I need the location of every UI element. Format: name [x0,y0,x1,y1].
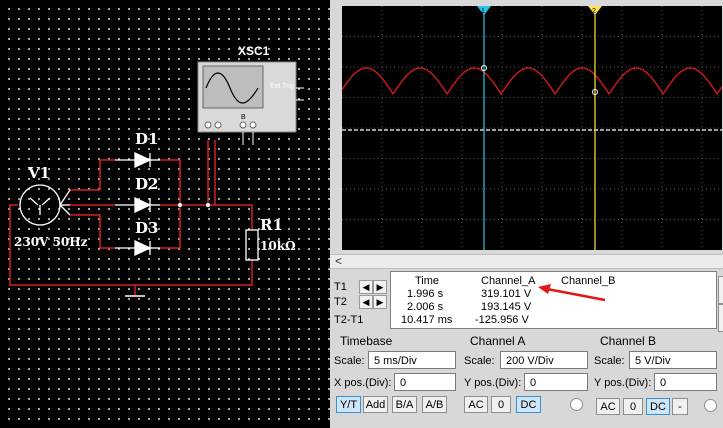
t2-right-arrow-icon[interactable]: ▶ [373,295,387,309]
readout-row-label-t2-t1: T2-T1 [334,314,364,326]
timebase-scale-field[interactable]: 5 ms/Div [368,351,456,369]
readout-header-time: Time [415,275,440,287]
channel-a-trace [342,67,722,96]
t1-left-arrow-icon[interactable]: ◀ [359,280,373,294]
svg-text:1: 1 [481,8,485,15]
svg-text:2: 2 [592,8,596,15]
resistor-label: R1 [260,216,283,234]
channel-b-ac-button[interactable]: AC [596,398,620,415]
channel-a-title: Channel A [470,334,526,348]
b-over-a-button[interactable]: B/A [392,396,417,413]
readout-row-label-t2: T2 [334,296,347,308]
readout-header-channel-a: Channel_A [481,275,536,287]
channel-a-zero-button[interactable]: 0 [491,396,511,413]
scope-label: XSC1 [238,44,270,58]
diode-label-d1: D1 [135,130,159,148]
a-over-b-button[interactable]: A/B [422,396,447,413]
cursor-t1: 1 [477,6,491,250]
diode-label-d2: D2 [135,175,159,193]
channel-b-scale-field[interactable]: 5 V/Div [629,351,717,369]
channel-a-scale-label: Scale: [464,355,495,367]
channel-b-minus-button[interactable]: - [672,398,688,415]
channel-a-scale-field[interactable]: 200 V/Div [500,351,588,369]
ac-source-icon [19,184,71,226]
timebase-title: Timebase [340,334,393,348]
channel-a-ac-button[interactable]: AC [464,396,488,413]
t1-right-arrow-icon[interactable]: ▶ [373,280,387,294]
diode-icon [115,151,160,257]
timebase-xpos-field[interactable]: 0 [394,373,456,391]
channel-b-ypos-field[interactable]: 0 [654,373,717,391]
scroll-left-icon[interactable]: < [335,254,342,268]
channel-b-radio[interactable] [704,399,717,412]
source-value: 230V 50Hz [14,235,88,249]
oscilloscope-panel: 12 < T1 T2 T2-T1 ◀ ▶ ◀ ▶ Time Channel_A … [330,0,723,428]
readout-t1-channel-a: 319.101 V [481,288,532,300]
diode-label-d3: D3 [135,219,159,237]
scope-pin-ext-trig: Ext Trig [270,83,294,90]
channel-b-dc-button[interactable]: DC [646,398,670,415]
readout-diff-time: 10.417 ms [401,314,453,326]
cursor-readout-table: Time Channel_A Channel_B 1.996 s 319.101… [390,271,717,329]
readout-side-button-2[interactable] [718,304,723,332]
channel-a-radio[interactable] [570,398,583,411]
annotation-arrow-icon [538,284,606,302]
circuit-canvas[interactable]: V1 230V 50Hz D1 D2 D3 R1 10kΩ XSC1 Ext T… [0,0,330,428]
scope-horizontal-scrollbar[interactable]: < [330,254,723,269]
scope-display: 12 [342,6,722,250]
scope-pin-b: B [241,114,246,121]
yt-button[interactable]: Y/T [336,396,361,413]
channel-b-scale-label: Scale: [594,355,625,367]
oscilloscope-icon [197,61,304,145]
channel-a-dc-button[interactable]: DC [516,396,541,413]
readout-side-button-1[interactable] [718,276,723,304]
channel-b-title: Channel B [600,334,657,348]
channel-a-ypos-field[interactable]: 0 [524,373,588,391]
readout-t1-time: 1.996 s [407,288,444,300]
resistor-icon [245,229,259,261]
circuit-wiring [9,61,304,297]
t2-left-arrow-icon[interactable]: ◀ [359,295,373,309]
scope-screen[interactable]: 12 [342,6,722,250]
readout-t2-time: 2.006 s [407,301,444,313]
timebase-xpos-label: X pos.(Div): [334,377,392,389]
resistor-value: 10kΩ [260,239,296,253]
timebase-scale-label: Scale: [334,355,365,367]
channel-a-ypos-label: Y pos.(Div): [464,377,522,389]
readout-row-label-t1: T1 [334,281,347,293]
channel-b-zero-button[interactable]: 0 [623,398,643,415]
readout-t2-channel-a: 193.145 V [481,301,532,313]
add-button[interactable]: Add [363,396,388,413]
source-label: V1 [28,164,51,182]
readout-diff-channel-a: -125.956 V [475,314,529,326]
channel-b-ypos-label: Y pos.(Div): [594,377,652,389]
